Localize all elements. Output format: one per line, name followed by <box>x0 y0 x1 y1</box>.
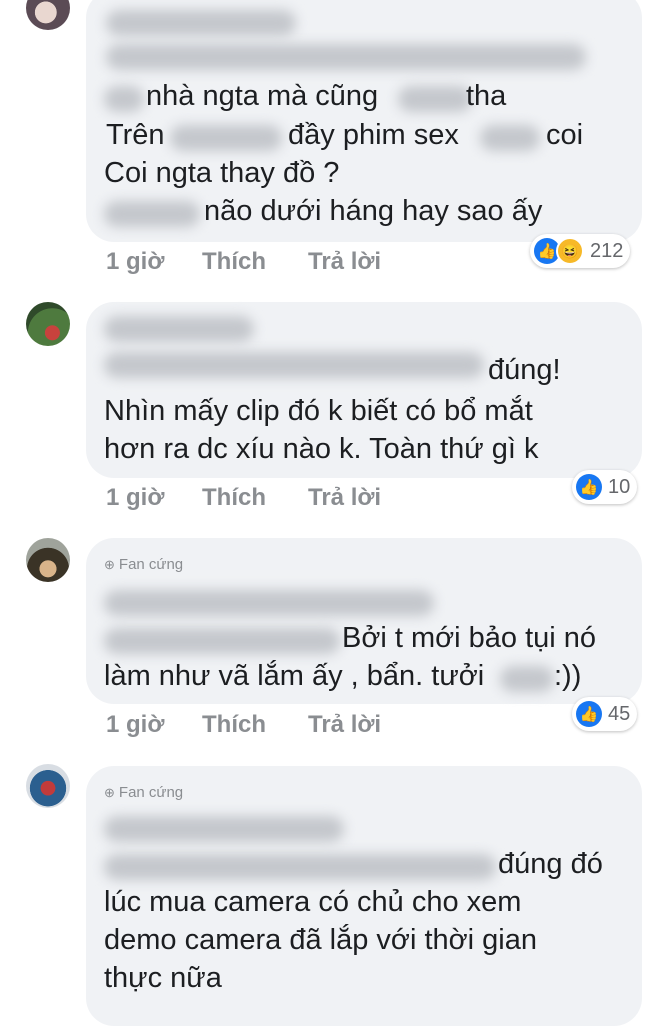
blurred-text <box>104 201 200 227</box>
comment-bubble: nhà ngta mà cũng tha Trên đầy phim sex c… <box>86 0 642 242</box>
like-icon: 👍 <box>576 474 602 500</box>
blurred-name <box>104 590 434 616</box>
blurred-name <box>104 816 344 842</box>
blurred-tag <box>104 352 484 378</box>
reply-button[interactable]: Trả lời <box>308 248 381 276</box>
comment-text: coi <box>546 119 584 151</box>
badge-icon: ⊕ <box>104 784 115 800</box>
comment-bubble: ⊕ Fan cứng đúng đó lúc mua camera có chủ… <box>86 766 642 1026</box>
commenter-avatar[interactable] <box>26 302 70 346</box>
commenter-avatar[interactable] <box>26 0 70 30</box>
blurred-name <box>106 10 296 36</box>
comment-text: lúc mua camera có chủ cho xem <box>104 886 522 918</box>
like-icon: 👍 <box>576 701 602 727</box>
comment-text: não dưới háng hay sao ấy <box>204 195 543 227</box>
comment-bubble: đúng! Nhìn mấy clip đó k biết có bổ mắt … <box>86 302 642 478</box>
blurred-text <box>500 666 554 692</box>
comment-text: nhà ngta mà cũng <box>146 80 379 112</box>
comment-text: đúng! <box>488 354 561 386</box>
blurred-text <box>104 86 144 112</box>
like-button[interactable]: Thích <box>202 484 266 512</box>
fan-badge-label: Fan cứng <box>118 556 184 573</box>
comment-text: Bởi t mới bảo tụi nó <box>342 622 597 654</box>
blurred-name <box>104 316 254 342</box>
reply-button[interactable]: Trả lời <box>308 484 381 512</box>
comment-text: làm như vã lắm ấy , bẩn. tưởi <box>104 660 485 692</box>
like-button[interactable]: Thích <box>202 711 266 739</box>
reaction-summary[interactable]: 👍 10 <box>572 470 638 504</box>
reaction-count: 10 <box>608 475 631 498</box>
blurred-text <box>480 125 540 151</box>
fan-badge: ⊕ Fan cứng <box>104 556 183 573</box>
comment-bubble: ⊕ Fan cứng Bởi t mới bảo tụi nó làm như … <box>86 538 642 704</box>
blurred-tag <box>104 628 340 654</box>
badge-icon: ⊕ <box>104 556 115 572</box>
comment-text: :)) <box>554 660 582 692</box>
blurred-tag <box>106 44 586 70</box>
comment-time: 1 giờ <box>106 248 165 275</box>
comment-text: Coi ngta thay đồ ? <box>104 157 340 189</box>
comment-text: đầy phim sex <box>288 119 459 151</box>
comment-text: Trên <box>106 119 165 151</box>
fan-badge-label: Fan cứng <box>118 784 184 801</box>
comment-text: thực nữa <box>104 962 222 994</box>
reaction-summary[interactable]: 👍 45 <box>572 697 638 731</box>
blurred-tag <box>104 854 496 880</box>
comment-text: tha <box>466 80 507 112</box>
blurred-text <box>170 125 282 151</box>
blurred-text <box>398 86 472 112</box>
commenter-avatar[interactable] <box>26 538 70 582</box>
haha-icon: 😆 <box>556 237 584 265</box>
reaction-count: 45 <box>608 702 631 725</box>
reply-button[interactable]: Trả lời <box>308 711 381 739</box>
comment-time: 1 giờ <box>106 711 165 738</box>
comment-text: đúng đó <box>498 848 603 880</box>
reaction-summary[interactable]: 👍 😆 212 <box>530 234 631 268</box>
comment-text: demo camera đã lắp với thời gian <box>104 924 537 956</box>
comment-time: 1 giờ <box>106 484 165 511</box>
comment-text: hơn ra dc xíu nào k. Toàn thứ gì k <box>104 433 539 465</box>
comment-text: Nhìn mấy clip đó k biết có bổ mắt <box>104 395 533 427</box>
fan-badge: ⊕ Fan cứng <box>104 784 183 801</box>
reaction-count: 212 <box>590 239 624 262</box>
like-button[interactable]: Thích <box>202 248 266 276</box>
commenter-avatar[interactable] <box>26 764 70 808</box>
